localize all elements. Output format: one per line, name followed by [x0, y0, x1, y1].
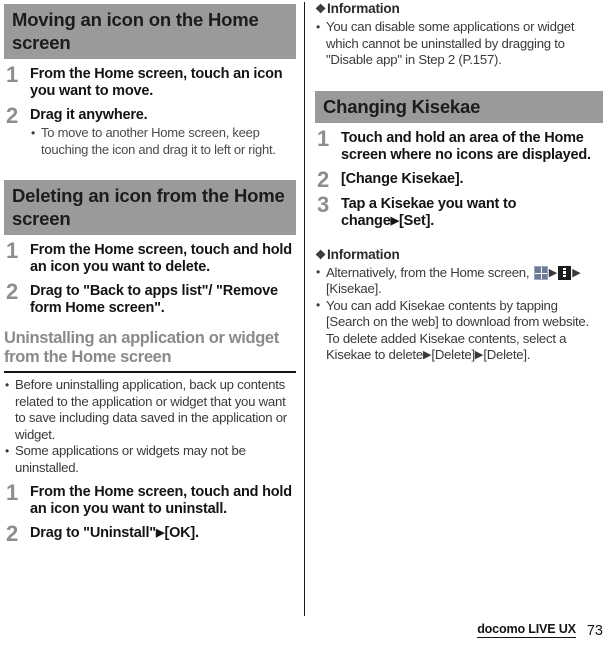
step-number: 2: [6, 103, 19, 128]
list-item: To move to another Home screen, keep tou…: [30, 125, 296, 158]
list-item: Some applications or widgets may not be …: [4, 443, 296, 476]
information-heading-top: ❖ Information: [315, 0, 603, 18]
overflow-menu-icon: [558, 265, 572, 280]
step-title: From the Home screen, touch and hold an …: [30, 242, 292, 275]
list-item: Alternatively, from the Home screen, ▶▶ …: [315, 264, 603, 298]
step-item: 2 Drag to "Uninstall"▶[OK].: [4, 521, 296, 546]
triangle-right-icon: ▶: [572, 266, 581, 279]
subsection-heading-uninstalling: Uninstalling an application or widget fr…: [4, 329, 279, 366]
diamond-flower-icon: ❖: [315, 247, 327, 262]
information-label: Information: [327, 1, 400, 16]
section-heading-deleting-icon: Deleting an icon from the Home screen: [4, 180, 296, 235]
information-bottom-list: Alternatively, from the Home screen, ▶▶ …: [315, 264, 603, 364]
left-column: Moving an icon on the Home screen 1 From…: [0, 0, 304, 620]
apps-grid-icon: [533, 265, 548, 280]
step-item: 2 [Change Kisekae].: [315, 166, 603, 192]
bullet-text-after: [Kisekae].: [326, 281, 382, 296]
information-top-list: You can disable some applications or wid…: [315, 19, 603, 69]
right-column: ❖Information You can disable some applic…: [305, 0, 609, 620]
step-body: [Change Kisekae].: [341, 171, 603, 188]
step-title-text: Drag to "Uninstall": [30, 525, 156, 541]
step-title: Drag it anywhere.: [30, 107, 148, 123]
footer-brand-label: docomo LIVE UX: [477, 622, 576, 638]
step-item: 1 From the Home screen, touch and hold a…: [4, 480, 296, 518]
step-number: 1: [6, 62, 19, 87]
step-body: From the Home screen, touch and hold an …: [30, 242, 296, 276]
diamond-flower-icon: ❖: [315, 2, 327, 16]
step-title: [Change Kisekae].: [341, 170, 464, 187]
step-item: 1 From the Home screen, touch and hold a…: [4, 238, 296, 276]
step-title: Touch and hold an area of the Home scree…: [341, 129, 591, 163]
step-title: From the Home screen, touch an icon you …: [30, 66, 283, 99]
step-title: Tap a Kisekae you want to change▶[Set].: [341, 196, 603, 230]
step-item: 3 Tap a Kisekae you want to change▶[Set]…: [315, 191, 603, 230]
step-body: Drag to "Back to apps list"/ "Remove for…: [30, 283, 296, 317]
step-number: 1: [6, 480, 19, 505]
step-number: 1: [6, 238, 19, 263]
step-body: Tap a Kisekae you want to change▶[Set].: [341, 196, 603, 230]
uninstall-note-list: Before uninstalling application, back up…: [4, 377, 296, 476]
list-item: You can disable some applications or wid…: [315, 19, 603, 69]
list-item: Before uninstalling application, back up…: [4, 377, 296, 443]
horizontal-rule: [4, 371, 296, 373]
section-heading-changing-kisekae: Changing Kisekae: [315, 90, 603, 123]
step-number: 2: [317, 166, 330, 192]
triangle-right-icon: ▶: [548, 266, 558, 279]
step-body: Touch and hold an area of the Home scree…: [341, 130, 603, 164]
step-title: Drag to "Back to apps list"/ "Remove for…: [30, 283, 278, 316]
step-item: 2 Drag to "Back to apps list"/ "Remove f…: [4, 279, 296, 317]
step-title-text-cont: [OK].: [164, 525, 199, 541]
information-heading-bottom: ❖ Information: [315, 246, 603, 264]
step-body: From the Home screen, touch an icon you …: [30, 66, 296, 100]
step-item: 1 Touch and hold an area of the Home scr…: [315, 125, 603, 164]
step-note-list: To move to another Home screen, keep tou…: [30, 125, 296, 158]
step-number: 2: [6, 521, 19, 546]
page-footer: docomo LIVE UX 73: [477, 622, 603, 638]
step-body: From the Home screen, touch and hold an …: [30, 484, 296, 518]
step-body: Drag to "Uninstall"▶[OK].: [30, 525, 296, 542]
step-number: 2: [6, 279, 19, 304]
step-number: 3: [317, 191, 330, 217]
page-number: 73: [586, 623, 603, 639]
step-title-text-cont: [Set].: [399, 212, 435, 229]
section-heading-moving-icon: Moving an icon on the Home screen: [4, 4, 296, 59]
bullet-text-middle: [Delete]: [431, 347, 475, 362]
information-label: Information: [327, 246, 400, 262]
step-title: From the Home screen, touch and hold an …: [30, 484, 292, 517]
triangle-right-icon: ▶: [390, 214, 400, 227]
two-column-layout: Moving an icon on the Home screen 1 From…: [0, 0, 609, 620]
step-item: 2 Drag it anywhere. To move to another H…: [4, 103, 296, 158]
bullet-text-after: [Delete].: [483, 347, 531, 362]
step-body: Drag it anywhere. To move to another Hom…: [30, 107, 296, 158]
list-item: You can add Kisekae contents by tapping …: [315, 297, 603, 364]
step-title: Drag to "Uninstall"▶[OK].: [30, 525, 296, 542]
bullet-text-before: Alternatively, from the Home screen,: [326, 264, 530, 280]
step-number: 1: [317, 125, 330, 151]
manual-page: Moving an icon on the Home screen 1 From…: [0, 0, 609, 645]
step-item: 1 From the Home screen, touch an icon yo…: [4, 62, 296, 100]
